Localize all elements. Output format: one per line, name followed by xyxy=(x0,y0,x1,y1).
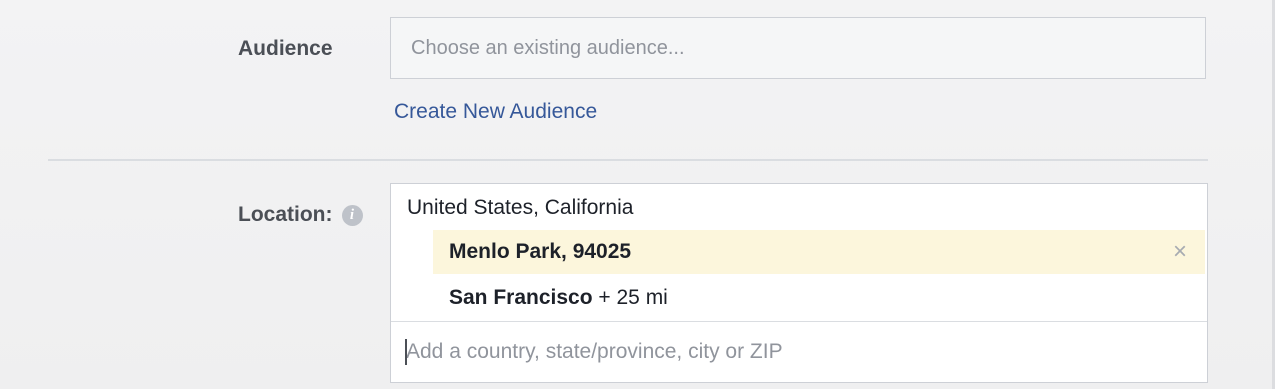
location-item-name: Menlo Park, 94025 xyxy=(449,240,632,263)
location-label: Location: xyxy=(238,203,333,226)
audience-search-input[interactable] xyxy=(390,17,1206,79)
region-title: United States, California xyxy=(407,196,634,219)
create-new-audience-link[interactable]: Create New Audience xyxy=(394,100,597,124)
location-item-radius: + 25 mi xyxy=(592,286,668,309)
location-item-name: San Francisco xyxy=(449,286,593,309)
location-item[interactable]: Menlo Park, 94025 × xyxy=(433,230,1205,274)
info-icon[interactable]: i xyxy=(341,205,363,226)
text-caret xyxy=(405,339,407,365)
location-item[interactable]: San Francisco + 25 mi xyxy=(433,276,1205,320)
section-divider xyxy=(48,159,1208,161)
close-icon[interactable]: × xyxy=(1173,240,1187,264)
location-selector: United States, California Menlo Park, 94… xyxy=(390,183,1208,383)
audience-label: Audience xyxy=(238,37,333,60)
location-search-input[interactable] xyxy=(391,322,1207,382)
location-label-group: Location: i xyxy=(238,203,363,227)
